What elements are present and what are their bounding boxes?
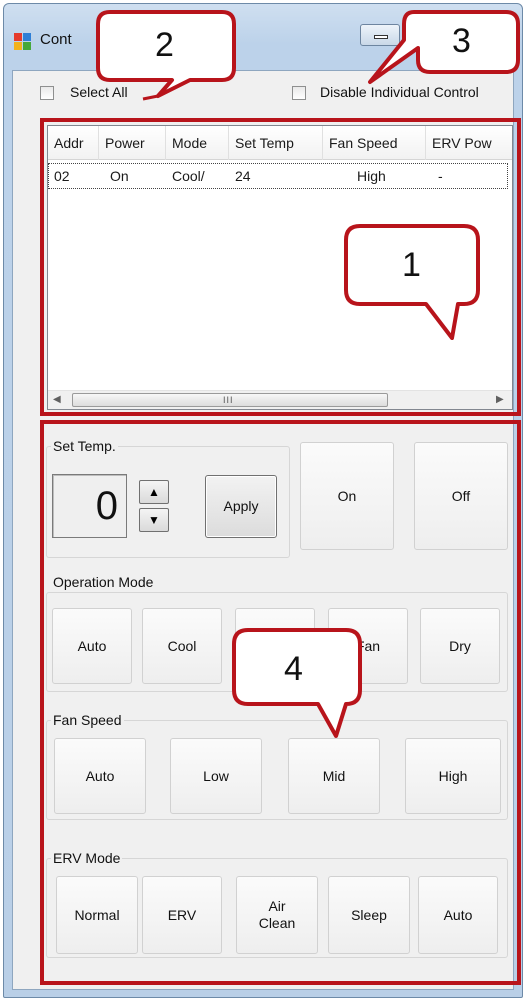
callout-4-number: 4 [284,650,303,688]
annotation-callouts [96,10,520,738]
callout-1-number: 1 [402,246,421,284]
callout-2-number: 2 [155,26,174,64]
callout-3-number: 3 [452,22,471,60]
callout-3-bubble [368,10,520,84]
